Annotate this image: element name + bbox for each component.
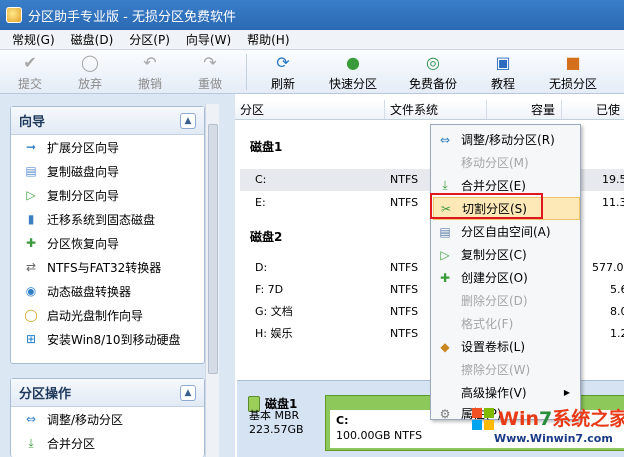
wizard-item-extend[interactable]: ➞ 扩展分区向导 [11, 135, 204, 159]
discard-icon: ◯ [81, 53, 99, 72]
plus-icon: ✚ [439, 270, 451, 285]
submenu-arrow-icon: ▶ [563, 388, 570, 397]
menu-help[interactable]: 帮助(H) [239, 30, 297, 50]
wizard-item-dynamic-disk[interactable]: ◉ 动态磁盘转换器 [11, 279, 204, 303]
table-header: 分区 文件系统 容量 已使 [235, 100, 624, 120]
watermark: Win7系统之家 Www.Winwin7.com [470, 400, 624, 457]
window-title: 分区助手专业版 - 无损分区免费软件 [28, 9, 236, 25]
quick-partition-button[interactable]: ● 快速分区 [313, 50, 393, 94]
scrollbar-thumb[interactable] [208, 124, 218, 374]
wizard-item-recovery[interactable]: ✚ 分区恢复向导 [11, 231, 204, 255]
submit-button[interactable]: ✔ 提交 [0, 50, 60, 94]
resize-icon: ⇔ [439, 132, 451, 147]
menu-item-format[interactable]: 格式化(F) [433, 312, 580, 335]
boot-cd-icon: ◯ [24, 308, 38, 322]
redo-button[interactable]: ↷ 重做 [180, 50, 240, 94]
menu-item-delete[interactable]: 删除分区(D) [433, 289, 580, 312]
partition-ops-group: 分区操作 ▲ ⇔ 调整/移动分区 ⤓ 合并分区 [10, 378, 205, 457]
app-icon [6, 7, 22, 23]
redo-icon: ↷ [203, 53, 217, 72]
menu-partition[interactable]: 分区(P) [121, 30, 178, 50]
allocate-icon: ▤ [439, 224, 451, 239]
col-partition[interactable]: 分区 [235, 100, 385, 119]
left-scrollbar[interactable] [205, 104, 219, 457]
wizard-item-copy-disk[interactable]: ▤ 复制磁盘向导 [11, 159, 204, 183]
op-item-merge[interactable]: ⤓ 合并分区 [11, 431, 204, 455]
migrate-icon: ▮ [27, 212, 35, 226]
watermark-logo-icon [472, 408, 494, 430]
lossless-partition-button[interactable]: ■ 无损分区 [533, 50, 613, 94]
wizard-group: 向导 ▲ ➞ 扩展分区向导 ▤ 复制磁盘向导 ▷ 复制分区向导 ▮ 迁移系统到固态磁盘 … [10, 106, 205, 364]
wipe-icon [437, 362, 453, 378]
dynamic-disk-icon: ◉ [25, 284, 37, 298]
recovery-icon: ✚ [25, 236, 37, 250]
resize-icon: ⇔ [25, 412, 37, 426]
format-icon [437, 316, 453, 332]
wizard-item-copy-partition[interactable]: ▷ 复制分区向导 [11, 183, 204, 207]
menu-disk[interactable]: 磁盘(D) [63, 30, 122, 50]
collapse-chevron-icon[interactable]: ▲ [180, 384, 196, 401]
col-capacity[interactable]: 容量 [487, 100, 562, 119]
windows-icon: ⊞ [25, 332, 37, 346]
delete-icon [437, 293, 453, 309]
menu-item-wipe[interactable]: 擦除分区(W) [433, 358, 580, 381]
toolbar: ✔ 提交 ◯ 放弃 ↶ 撤销 ↷ 重做 ⟳ 刷新 ● 快速分区 ◎ 免费备份 ▣… [0, 50, 624, 94]
menu-item-move[interactable]: 移动分区(M) [433, 151, 580, 174]
extend-icon: ➞ [25, 140, 37, 154]
book-icon: ▣ [495, 53, 511, 72]
free-backup-button[interactable]: ◎ 免费备份 [393, 50, 473, 94]
highlight-annotation-box [430, 193, 543, 219]
lossless-icon: ■ [565, 53, 581, 72]
wizard-item-ntfs-fat32[interactable]: ⇄ NTFS与FAT32转换器 [11, 255, 204, 279]
op-item-resize-move[interactable]: ⇔ 调整/移动分区 [11, 407, 204, 431]
watermark-url: Www.Winwin7.com [494, 432, 613, 445]
wizard-item-migrate-ssd[interactable]: ▮ 迁移系统到固态磁盘 [11, 207, 204, 231]
left-panel: 向导 ▲ ➞ 扩展分区向导 ▤ 复制磁盘向导 ▷ 复制分区向导 ▮ 迁移系统到固态磁盘 … [0, 94, 221, 457]
menu-wizard[interactable]: 向导(W) [178, 30, 239, 50]
menu-item-create[interactable]: ✚ 创建分区(O) [433, 266, 580, 289]
wizard-group-header[interactable]: 向导 ▲ [11, 107, 204, 135]
disk2-heading: 磁盘2 [250, 230, 283, 244]
menu-general[interactable]: 常规(G) [0, 30, 63, 50]
collapse-chevron-icon[interactable]: ▲ [180, 112, 196, 129]
menu-item-set-label[interactable]: ◆ 设置卷标(L) [433, 335, 580, 358]
title-bar: 分区助手专业版 - 无损分区免费软件 [0, 0, 624, 30]
watermark-brand: Win7系统之家 [498, 408, 624, 430]
menu-bar: 常规(G) 磁盘(D) 分区(P) 向导(W) 帮助(H) [0, 30, 624, 50]
col-used[interactable]: 已使 [562, 100, 624, 119]
menu-item-resize-move[interactable]: ⇔ 调整/移动分区(R) [433, 128, 580, 151]
refresh-button[interactable]: ⟳ 刷新 [253, 50, 313, 94]
merge-icon: ⤓ [442, 178, 448, 192]
copy-icon: ▷ [440, 247, 450, 262]
undo-button[interactable]: ↶ 撤销 [120, 50, 180, 94]
wizard-item-win-to-go[interactable]: ⊞ 安装Win8/10到移动硬盘 [11, 327, 204, 351]
backup-icon: ◎ [426, 53, 440, 72]
disk-card[interactable]: 磁盘1 基本 MBR 223.57GB [243, 391, 313, 451]
move-icon [437, 155, 453, 171]
discard-button[interactable]: ◯ 放弃 [60, 50, 120, 94]
menu-item-allocate-free[interactable]: ▤ 分区自由空间(A) [433, 220, 580, 243]
merge-icon: ⤓ [28, 435, 34, 450]
wizard-item-boot-cd[interactable]: ◯ 启动光盘制作向导 [11, 303, 204, 327]
col-filesystem[interactable]: 文件系统 [385, 100, 487, 119]
submit-icon: ✔ [23, 53, 37, 72]
disk-info: 基本 MBR 223.57GB [249, 409, 304, 436]
copy-partition-icon: ▷ [26, 188, 36, 202]
tutorial-button[interactable]: ▣ 教程 [473, 50, 533, 94]
menu-item-copy[interactable]: ▷ 复制分区(C) [433, 243, 580, 266]
label-icon: ◆ [440, 339, 450, 354]
partition-ops-header[interactable]: 分区操作 ▲ [11, 379, 204, 407]
quick-partition-icon: ● [346, 53, 360, 72]
copy-disk-icon: ▤ [25, 164, 37, 178]
advanced-icon [437, 385, 453, 401]
toolbar-separator [246, 54, 247, 90]
disk1-heading: 磁盘1 [250, 140, 283, 154]
undo-icon: ↶ [143, 53, 157, 72]
context-menu: ⇔ 调整/移动分区(R) 移动分区(M) ⤓ 合并分区(E) ✂ 切割分区(S) ▤ 分… [430, 124, 581, 421]
convert-icon: ⇄ [25, 260, 37, 274]
properties-icon: ⚙ [439, 406, 451, 421]
refresh-icon: ⟳ [276, 53, 290, 72]
